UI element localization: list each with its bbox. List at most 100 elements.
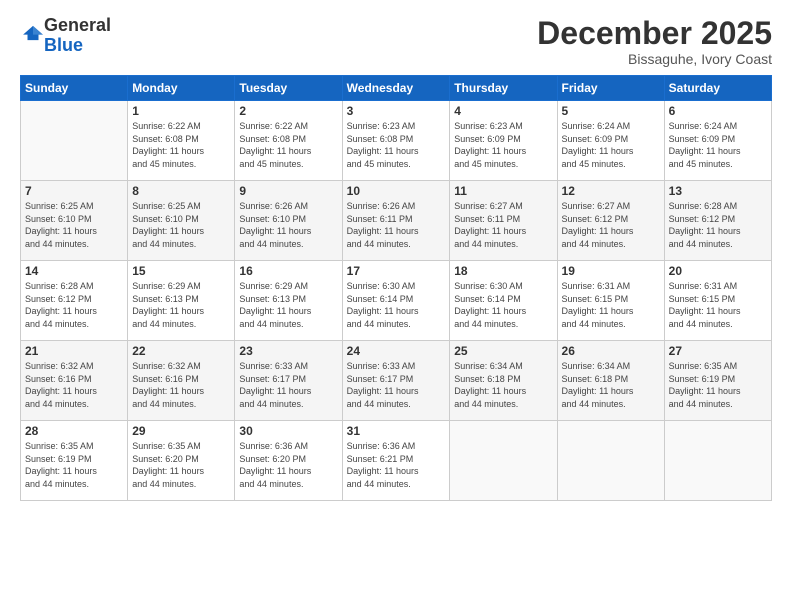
day-number: 5 <box>562 104 660 118</box>
header-sunday: Sunday <box>21 76 128 101</box>
page: General Blue December 2025 Bissaguhe, Iv… <box>0 0 792 612</box>
day-info: Sunrise: 6:24 AM Sunset: 6:09 PM Dayligh… <box>562 120 660 170</box>
calendar-cell: 15 Sunrise: 6:29 AM Sunset: 6:13 PM Dayli… <box>128 261 235 341</box>
day-number: 2 <box>239 104 337 118</box>
calendar-cell: 26Sunrise: 6:34 AM Sunset: 6:18 PM Dayli… <box>557 341 664 421</box>
day-info: Sunrise: 6:23 AM Sunset: 6:08 PM Dayligh… <box>347 120 446 170</box>
calendar-week-4: 21 Sunrise: 6:32 AM Sunset: 6:16 PM Dayli… <box>21 341 772 421</box>
day-number: 28 <box>25 424 123 438</box>
calendar-cell: 11Sunrise: 6:27 AM Sunset: 6:11 PM Dayli… <box>450 181 557 261</box>
day-number: 20 <box>669 264 767 278</box>
calendar-cell: 31 Sunrise: 6:36 AM Sunset: 6:21 PM Dayli… <box>342 421 450 501</box>
day-number: 6 <box>669 104 767 118</box>
day-info: Sunrise: 6:31 AM Sunset: 6:15 PM Dayligh… <box>562 280 660 330</box>
day-number: 24 <box>347 344 446 358</box>
calendar-cell: 21 Sunrise: 6:32 AM Sunset: 6:16 PM Dayli… <box>21 341 128 421</box>
calendar-cell: 23Sunrise: 6:33 AM Sunset: 6:17 PM Dayli… <box>235 341 342 421</box>
day-number: 27 <box>669 344 767 358</box>
weekday-header-row: Sunday Monday Tuesday Wednesday Thursday… <box>21 76 772 101</box>
logo: General Blue <box>20 16 111 56</box>
calendar-cell: 16 Sunrise: 6:29 AM Sunset: 6:13 PM Dayli… <box>235 261 342 341</box>
day-info: Sunrise: 6:26 AM Sunset: 6:11 PM Dayligh… <box>347 200 446 250</box>
day-info: Sunrise: 6:30 AM Sunset: 6:14 PM Dayligh… <box>347 280 446 330</box>
day-number: 7 <box>25 184 123 198</box>
day-number: 21 <box>25 344 123 358</box>
calendar-cell: 10 Sunrise: 6:26 AM Sunset: 6:11 PM Dayli… <box>342 181 450 261</box>
calendar-cell: 24 Sunrise: 6:33 AM Sunset: 6:17 PM Dayli… <box>342 341 450 421</box>
calendar-cell: 14 Sunrise: 6:28 AM Sunset: 6:12 PM Dayli… <box>21 261 128 341</box>
header-monday: Monday <box>128 76 235 101</box>
day-number: 9 <box>239 184 337 198</box>
day-number: 25 <box>454 344 552 358</box>
calendar-cell: 9Sunrise: 6:26 AM Sunset: 6:10 PM Daylig… <box>235 181 342 261</box>
calendar-week-1: 1 Sunrise: 6:22 AM Sunset: 6:08 PM Daylig… <box>21 101 772 181</box>
day-info: Sunrise: 6:28 AM Sunset: 6:12 PM Dayligh… <box>25 280 123 330</box>
logo-blue-text: Blue <box>44 35 83 55</box>
day-info: Sunrise: 6:24 AM Sunset: 6:09 PM Dayligh… <box>669 120 767 170</box>
calendar-week-2: 7 Sunrise: 6:25 AM Sunset: 6:10 PM Daylig… <box>21 181 772 261</box>
calendar-cell: 19 Sunrise: 6:31 AM Sunset: 6:15 PM Dayli… <box>557 261 664 341</box>
calendar-cell: 4 Sunrise: 6:23 AM Sunset: 6:09 PM Daylig… <box>450 101 557 181</box>
header-thursday: Thursday <box>450 76 557 101</box>
day-info: Sunrise: 6:25 AM Sunset: 6:10 PM Dayligh… <box>25 200 123 250</box>
day-number: 11 <box>454 184 552 198</box>
calendar-cell: 22 Sunrise: 6:32 AM Sunset: 6:16 PM Dayli… <box>128 341 235 421</box>
day-info: Sunrise: 6:36 AM Sunset: 6:21 PM Dayligh… <box>347 440 446 490</box>
location: Bissaguhe, Ivory Coast <box>537 51 772 67</box>
calendar-cell: 8 Sunrise: 6:25 AM Sunset: 6:10 PM Daylig… <box>128 181 235 261</box>
calendar-cell: 2Sunrise: 6:22 AM Sunset: 6:08 PM Daylig… <box>235 101 342 181</box>
calendar-cell: 1 Sunrise: 6:22 AM Sunset: 6:08 PM Daylig… <box>128 101 235 181</box>
calendar-cell: 30Sunrise: 6:36 AM Sunset: 6:20 PM Dayli… <box>235 421 342 501</box>
day-number: 3 <box>347 104 446 118</box>
day-info: Sunrise: 6:35 AM Sunset: 6:20 PM Dayligh… <box>132 440 230 490</box>
day-number: 15 <box>132 264 230 278</box>
day-info: Sunrise: 6:32 AM Sunset: 6:16 PM Dayligh… <box>25 360 123 410</box>
day-info: Sunrise: 6:34 AM Sunset: 6:18 PM Dayligh… <box>562 360 660 410</box>
calendar-cell: 27 Sunrise: 6:35 AM Sunset: 6:19 PM Dayli… <box>664 341 771 421</box>
day-info: Sunrise: 6:35 AM Sunset: 6:19 PM Dayligh… <box>669 360 767 410</box>
calendar-week-5: 28Sunrise: 6:35 AM Sunset: 6:19 PM Dayli… <box>21 421 772 501</box>
day-number: 8 <box>132 184 230 198</box>
day-info: Sunrise: 6:23 AM Sunset: 6:09 PM Dayligh… <box>454 120 552 170</box>
calendar-cell: 7 Sunrise: 6:25 AM Sunset: 6:10 PM Daylig… <box>21 181 128 261</box>
header-friday: Friday <box>557 76 664 101</box>
calendar-cell: 18Sunrise: 6:30 AM Sunset: 6:14 PM Dayli… <box>450 261 557 341</box>
day-info: Sunrise: 6:29 AM Sunset: 6:13 PM Dayligh… <box>132 280 230 330</box>
day-number: 13 <box>669 184 767 198</box>
day-info: Sunrise: 6:33 AM Sunset: 6:17 PM Dayligh… <box>239 360 337 410</box>
calendar-cell: 3 Sunrise: 6:23 AM Sunset: 6:08 PM Daylig… <box>342 101 450 181</box>
day-info: Sunrise: 6:27 AM Sunset: 6:12 PM Dayligh… <box>562 200 660 250</box>
calendar-cell: 13Sunrise: 6:28 AM Sunset: 6:12 PM Dayli… <box>664 181 771 261</box>
day-number: 4 <box>454 104 552 118</box>
day-number: 19 <box>562 264 660 278</box>
calendar-cell: 12Sunrise: 6:27 AM Sunset: 6:12 PM Dayli… <box>557 181 664 261</box>
logo-icon <box>22 22 44 44</box>
calendar-cell: 29 Sunrise: 6:35 AM Sunset: 6:20 PM Dayli… <box>128 421 235 501</box>
day-info: Sunrise: 6:32 AM Sunset: 6:16 PM Dayligh… <box>132 360 230 410</box>
calendar-cell: 20 Sunrise: 6:31 AM Sunset: 6:15 PM Dayli… <box>664 261 771 341</box>
calendar-cell: 17Sunrise: 6:30 AM Sunset: 6:14 PM Dayli… <box>342 261 450 341</box>
calendar-cell: 5 Sunrise: 6:24 AM Sunset: 6:09 PM Daylig… <box>557 101 664 181</box>
calendar-cell: 28Sunrise: 6:35 AM Sunset: 6:19 PM Dayli… <box>21 421 128 501</box>
day-number: 31 <box>347 424 446 438</box>
calendar-cell: 25 Sunrise: 6:34 AM Sunset: 6:18 PM Dayli… <box>450 341 557 421</box>
calendar-week-3: 14 Sunrise: 6:28 AM Sunset: 6:12 PM Dayli… <box>21 261 772 341</box>
calendar-cell <box>450 421 557 501</box>
day-info: Sunrise: 6:25 AM Sunset: 6:10 PM Dayligh… <box>132 200 230 250</box>
day-number: 29 <box>132 424 230 438</box>
day-number: 1 <box>132 104 230 118</box>
day-info: Sunrise: 6:36 AM Sunset: 6:20 PM Dayligh… <box>239 440 337 490</box>
day-number: 16 <box>239 264 337 278</box>
day-number: 22 <box>132 344 230 358</box>
day-number: 10 <box>347 184 446 198</box>
header: General Blue December 2025 Bissaguhe, Iv… <box>20 16 772 67</box>
day-info: Sunrise: 6:33 AM Sunset: 6:17 PM Dayligh… <box>347 360 446 410</box>
day-info: Sunrise: 6:34 AM Sunset: 6:18 PM Dayligh… <box>454 360 552 410</box>
logo-general-text: General <box>44 15 111 35</box>
day-info: Sunrise: 6:31 AM Sunset: 6:15 PM Dayligh… <box>669 280 767 330</box>
month-title: December 2025 <box>537 16 772 51</box>
day-number: 14 <box>25 264 123 278</box>
day-info: Sunrise: 6:22 AM Sunset: 6:08 PM Dayligh… <box>132 120 230 170</box>
title-block: December 2025 Bissaguhe, Ivory Coast <box>537 16 772 67</box>
day-info: Sunrise: 6:29 AM Sunset: 6:13 PM Dayligh… <box>239 280 337 330</box>
